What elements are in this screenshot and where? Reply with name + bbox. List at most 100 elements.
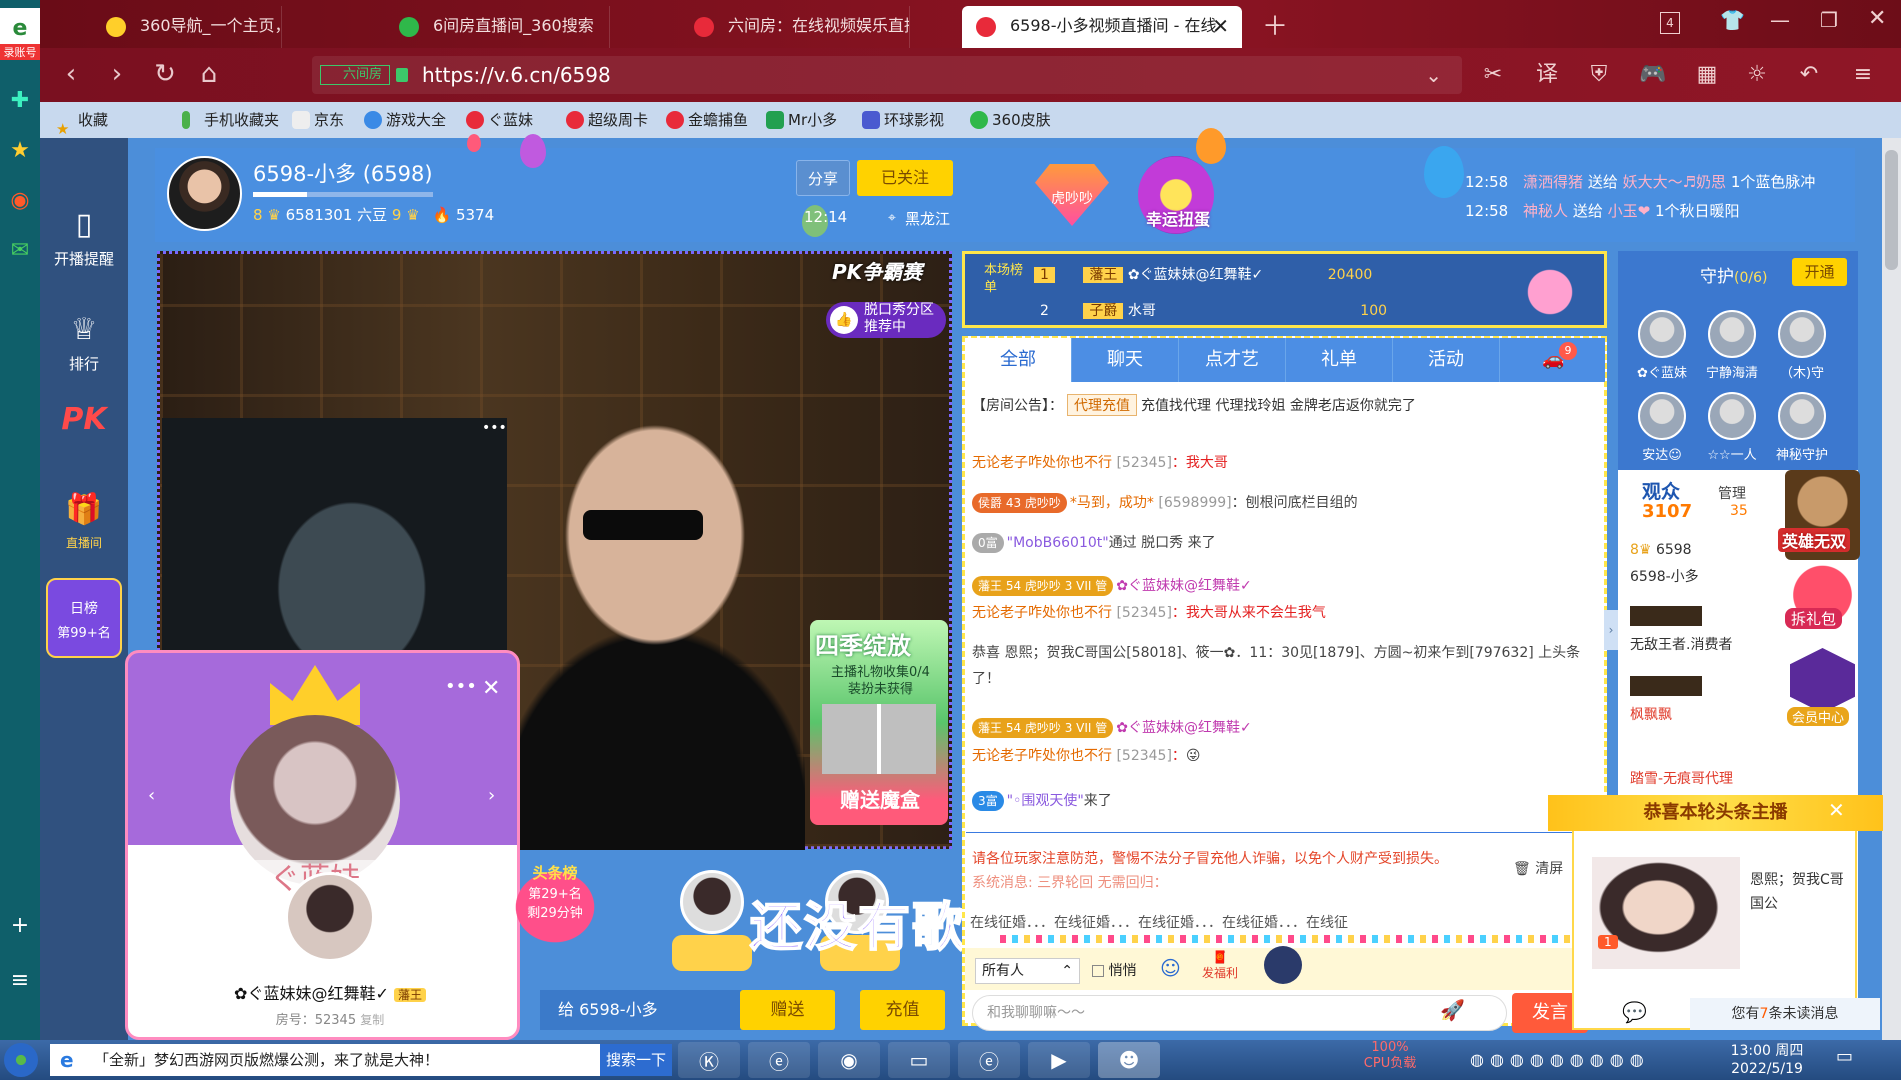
audience-row[interactable]: 6598-小多 xyxy=(1630,566,1699,586)
prev-icon[interactable]: ‹ xyxy=(148,785,155,806)
more-icon[interactable]: ••• xyxy=(445,676,477,697)
weibo-icon[interactable]: ◉ xyxy=(0,180,40,220)
chat-user[interactable]: ✿ぐ蓝妹妹@红舞鞋✓ xyxy=(1116,720,1251,736)
taskbar-player-icon[interactable]: ▶ xyxy=(1028,1042,1090,1078)
add-icon[interactable]: + xyxy=(0,905,40,945)
lottery-icon[interactable] xyxy=(1264,946,1302,984)
open-guard-button[interactable]: 开通 xyxy=(1792,258,1847,286)
tab-360nav[interactable]: 360导航_一个主页，整个世界 xyxy=(92,6,282,48)
tab-search[interactable]: 6间房直播间_360搜索 xyxy=(385,6,610,48)
guard-member[interactable]: 神秘守护 xyxy=(1772,392,1832,463)
taskbar-ie-icon[interactable]: ⓔ xyxy=(748,1042,810,1078)
bookmark-item[interactable]: 游戏大全 xyxy=(362,102,446,138)
apps-icon[interactable]: ▦ xyxy=(1690,58,1724,92)
fan-avatar[interactable] xyxy=(285,872,375,962)
refresh-icon[interactable]: ↻ xyxy=(148,58,182,92)
nav-daily-rank[interactable]: 日榜 第99+名 xyxy=(46,578,122,658)
close-window-icon[interactable]: ✕ xyxy=(1868,6,1886,31)
minimize-icon[interactable]: — xyxy=(1770,8,1790,32)
anchor-avatar[interactable] xyxy=(167,156,242,231)
top-user-avatar[interactable] xyxy=(680,870,744,934)
url-field[interactable]: 六间房 https://v.6.cn/6598 ⌄ xyxy=(312,56,1462,94)
follow-button[interactable]: 已关注 xyxy=(857,160,953,196)
taskbar-clock[interactable]: 13:00 周四 2022/5/19 xyxy=(1722,1042,1812,1078)
ranking-row[interactable]: 1 藩王 ✿ぐ蓝妹妹@红舞鞋✓ 20400 xyxy=(1034,264,1372,284)
close-icon[interactable]: ✕ xyxy=(1828,798,1845,822)
copy-button[interactable]: 复制 xyxy=(360,1013,384,1027)
dropdown-icon[interactable]: ⌄ xyxy=(1425,56,1442,94)
bookmark-item[interactable]: 超级周卡 xyxy=(564,102,648,138)
tab-car[interactable]: 🚗 9 xyxy=(1500,338,1607,382)
back-icon[interactable]: ‹ xyxy=(54,58,88,92)
bookmark-item[interactable]: Mr小多 xyxy=(764,102,837,138)
new-tab-icon[interactable]: ＋ xyxy=(1262,6,1288,43)
headline-rank[interactable]: 头条榜 第29+名 剩29分钟 xyxy=(505,862,605,952)
ranking-row[interactable]: 2 子爵 水哥 100 xyxy=(1034,300,1387,320)
tab-6cn-home[interactable]: 六间房：在线视频娱乐直播平台 xyxy=(680,6,910,48)
guard-member[interactable]: ✿ぐ蓝妹 xyxy=(1632,310,1692,381)
nav-live-room[interactable]: 🎁 直播间 xyxy=(40,493,128,551)
translate-icon[interactable]: 译 xyxy=(1530,58,1564,92)
send-gift-button[interactable]: 赠送 xyxy=(740,990,835,1030)
scrollbar-thumb[interactable] xyxy=(1885,150,1898,270)
restore-icon[interactable]: ❐ xyxy=(1820,8,1838,32)
start-button-icon[interactable] xyxy=(4,1043,38,1077)
tab-talent[interactable]: 点才艺 xyxy=(1179,338,1286,382)
tab-live-room[interactable]: 6598-小多视频直播间 - 在线 ✕ xyxy=(962,6,1242,48)
taskbar-news-field[interactable]: e 「全新」梦幻西游网页版燃爆公测，来了就是大神！ xyxy=(50,1044,610,1076)
browser-logo-icon[interactable]: e xyxy=(0,8,40,48)
taskbar-chrome-icon[interactable]: ◉ xyxy=(818,1042,880,1078)
taskbar-360-browser-icon[interactable]: ⓔ xyxy=(958,1042,1020,1078)
audience-row[interactable]: 踏雪-无痕哥代理 xyxy=(1630,768,1733,788)
lucky-egg-label[interactable]: 幸运扭蛋 xyxy=(1138,206,1218,230)
action-center-icon[interactable]: ▭ xyxy=(1836,1046,1853,1067)
guard-member[interactable]: 宁静海清 xyxy=(1702,310,1762,381)
send-magic-box-button[interactable]: 赠送魔盒 xyxy=(820,784,940,813)
cut-icon[interactable]: ✂ xyxy=(1476,58,1510,92)
tab-count-badge[interactable]: 4 xyxy=(1660,12,1680,34)
audience-row[interactable]: 无敌王者.消费者 xyxy=(1630,634,1732,654)
chat-bubble-icon[interactable]: 💬 xyxy=(1622,1000,1647,1024)
tab-all[interactable]: 全部 xyxy=(965,338,1072,382)
brightness-icon[interactable]: ☼ xyxy=(1740,58,1774,92)
star-icon[interactable]: ★ xyxy=(0,130,40,170)
menu-icon[interactable]: ≡ xyxy=(0,960,40,1000)
notice-tag[interactable]: 代理充值 xyxy=(1067,394,1137,416)
unread-messages[interactable]: 您有7条未读消息 xyxy=(1690,998,1880,1030)
taskbar-explorer-icon[interactable]: ▭ xyxy=(888,1042,950,1078)
shield-icon[interactable]: ⛨ xyxy=(1582,58,1616,92)
audience-row[interactable]: 枫飘飘 xyxy=(1630,704,1672,724)
manager-tab[interactable]: 管理 xyxy=(1718,483,1746,503)
tab-activity[interactable]: 活动 xyxy=(1393,338,1500,382)
chat-user[interactable]: 无论老子咋处你也不行 xyxy=(972,605,1112,621)
chat-user[interactable]: 无论老子咋处你也不行 xyxy=(972,455,1112,471)
rocket-icon[interactable]: 🚀 xyxy=(1440,998,1465,1022)
pip-more-icon[interactable]: ••• xyxy=(482,420,507,436)
emoji-icon[interactable]: ☺ xyxy=(1160,956,1181,980)
mail-icon[interactable]: ✉ xyxy=(0,230,40,270)
taskbar-live-app-icon[interactable]: ☻ xyxy=(1098,1042,1160,1078)
skin-icon[interactable]: 👕 xyxy=(1720,8,1745,32)
chat-user[interactable]: "◦围观天使" xyxy=(1007,793,1084,809)
chat-user[interactable]: ✿ぐ蓝妹妹@红舞鞋✓ xyxy=(1116,578,1251,594)
chat-input[interactable]: 和我聊聊嘛～～ xyxy=(972,995,1507,1031)
open-gift-label[interactable]: 拆礼包 xyxy=(1785,608,1843,629)
guard-member[interactable]: ☆☆一人 xyxy=(1702,392,1762,463)
welfare-button[interactable]: 🧧 发福利 xyxy=(1195,950,1245,981)
plus-icon[interactable]: ✚ xyxy=(0,80,40,120)
forward-icon[interactable]: › xyxy=(100,58,134,92)
audience-row[interactable]: 8♛ 6598 xyxy=(1630,542,1692,558)
bookmark-item[interactable]: ぐ蓝妹 xyxy=(464,102,533,138)
tab-chat[interactable]: 聊天 xyxy=(1072,338,1179,382)
recharge-button[interactable]: 充值 xyxy=(860,990,945,1030)
nav-live-remind[interactable]: ▯ 开播提醒 xyxy=(40,208,128,269)
member-center-label[interactable]: 会员中心 xyxy=(1787,707,1850,726)
collapse-arrow-icon[interactable]: › xyxy=(1604,610,1618,650)
bookmark-item[interactable]: ★ 收藏 xyxy=(54,102,108,138)
undo-icon[interactable]: ↶ xyxy=(1792,58,1826,92)
bookmark-item[interactable]: 360皮肤 xyxy=(968,102,1051,138)
bookmark-item[interactable]: 金蟾捕鱼 xyxy=(664,102,748,138)
guard-member[interactable]: 安达☺ xyxy=(1632,392,1692,463)
home-icon[interactable]: ⌂ xyxy=(192,58,226,92)
taskbar-app-k-icon[interactable]: Ⓚ xyxy=(678,1042,740,1078)
